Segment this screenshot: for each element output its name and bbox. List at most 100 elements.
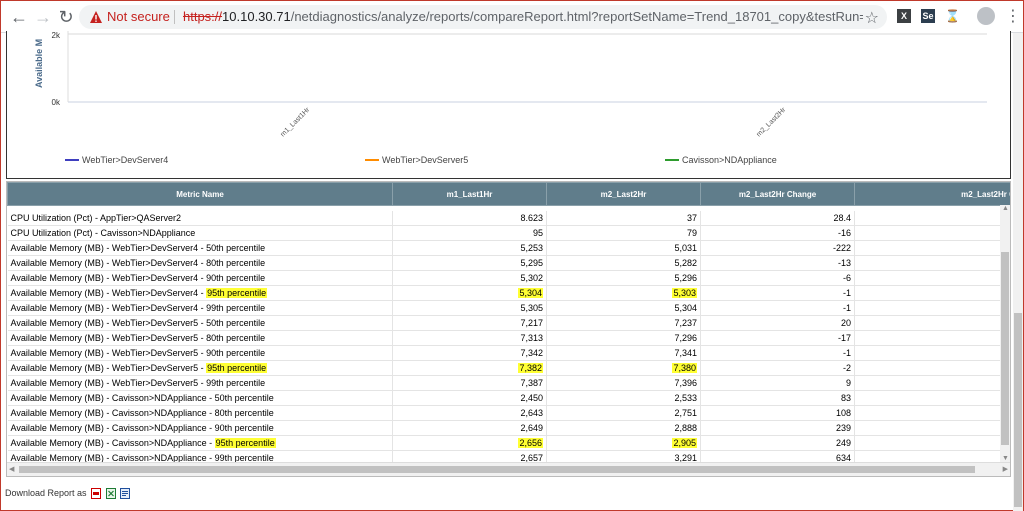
cell-m2: 5,303 (546, 285, 701, 301)
table-row[interactable]: Available Memory (MB) - WebTier>DevServe… (7, 270, 1010, 286)
table-row[interactable]: Available Memory (MB) - WebTier>DevServe… (7, 345, 1010, 361)
cell-change-pct (854, 420, 1010, 436)
forward-icon[interactable]: → (33, 7, 53, 27)
legend-label: WebTier>DevServer4 (82, 155, 168, 165)
x-tick-label: m1_Last1Hr (279, 106, 311, 138)
metric-name-text: Available Memory (MB) - WebTier>DevServe… (10, 303, 266, 313)
highlighted-value: 7,380 (672, 363, 697, 373)
extension-hourglass-icon[interactable]: ⌛ (945, 9, 960, 23)
table-row[interactable]: Available Memory (MB) - WebTier>DevServe… (7, 285, 1010, 301)
cell-m1: 7,382 (392, 360, 547, 376)
security-label[interactable]: Not secure (107, 9, 170, 24)
cell-change: 249 (700, 435, 855, 451)
cell-change-pct (854, 390, 1010, 406)
table-row[interactable]: CPU Utilization (Pct) - AppTier>QAServer… (7, 211, 1010, 226)
cell-change: 20 (700, 315, 855, 331)
table-vertical-scrollbar-thumb[interactable] (1001, 252, 1009, 445)
cell-m1: 2,450 (392, 390, 547, 406)
address-bar[interactable]: Not secure https://10.10.30.71/netdiagno… (79, 5, 887, 29)
metric-name-text: Available Memory (MB) - Cavisson>NDAppli… (10, 393, 274, 403)
highlighted-percentile: 95th percentile (206, 288, 268, 298)
chart-svg: 2k 0k Available M m1_Last1Hr m2_Last2Hr … (34, 31, 987, 165)
metric-name-text: Available Memory (MB) - WebTier>DevServe… (10, 243, 266, 253)
word-icon[interactable] (120, 488, 131, 500)
table-horizontal-scrollbar-thumb[interactable] (19, 466, 975, 473)
table-vertical-scrollbar[interactable]: ▲ ▼ (1000, 205, 1010, 462)
cell-metric-name: CPU Utilization (Pct) - AppTier>QAServer… (7, 211, 393, 226)
legend-item-webtier-devserver4[interactable]: WebTier>DevServer4 (65, 155, 168, 165)
cell-m1: 7,313 (392, 330, 547, 346)
cell-metric-name: Available Memory (MB) - WebTier>DevServe… (7, 270, 393, 286)
highlighted-value: 2,905 (672, 438, 697, 448)
page-scrollbar[interactable] (1013, 33, 1023, 511)
highlighted-value: 7,382 (518, 363, 543, 373)
cell-change: 83 (700, 390, 855, 406)
extension-x-icon[interactable]: X (897, 9, 911, 23)
cell-metric-name: Available Memory (MB) - WebTier>DevServe… (7, 240, 393, 256)
scroll-up-icon[interactable]: ▲ (1002, 205, 1009, 212)
cell-change-pct: - (854, 225, 1010, 241)
metric-name-text: Available Memory (MB) - WebTier>DevServe… (10, 348, 266, 358)
column-header-metric-name[interactable]: Metric Name (7, 182, 393, 206)
table-row[interactable]: Available Memory (MB) - Cavisson>NDAppli… (7, 390, 1010, 406)
cell-change: -17 (700, 330, 855, 346)
cell-change: -13 (700, 255, 855, 271)
table-row[interactable]: Available Memory (MB) - WebTier>DevServe… (7, 315, 1010, 331)
scroll-left-icon[interactable]: ◀ (9, 465, 14, 473)
cell-m2: 2,533 (546, 390, 701, 406)
y-axis-title: Available M (34, 39, 44, 88)
x-tick-label: m2_Last2Hr (755, 106, 787, 138)
cell-metric-name: Available Memory (MB) - WebTier>DevServe… (7, 285, 393, 301)
table-row[interactable]: Available Memory (MB) - Cavisson>NDAppli… (7, 420, 1010, 436)
cell-change: -1 (700, 285, 855, 301)
excel-icon[interactable] (105, 488, 116, 500)
legend-item-webtier-devserver5[interactable]: WebTier>DevServer5 (365, 155, 468, 165)
url-path: /netdiagnostics/analyze/reports/compareR… (290, 9, 863, 24)
scroll-right-icon[interactable]: ▶ (1003, 465, 1008, 473)
highlighted-value: 2,656 (518, 438, 543, 448)
table-row[interactable]: Available Memory (MB) - WebTier>DevServe… (7, 330, 1010, 346)
cell-metric-name: Available Memory (MB) - Cavisson>NDAppli… (7, 390, 393, 406)
cell-change-pct (854, 270, 1010, 286)
back-icon[interactable]: ← (9, 7, 29, 27)
column-header-change[interactable]: m2_Last2Hr Change (700, 182, 855, 206)
cell-m2: 7,396 (546, 375, 701, 391)
cell-change: -2 (700, 360, 855, 376)
scroll-down-icon[interactable]: ▼ (1002, 455, 1009, 462)
download-label: Download Report as (5, 488, 87, 498)
column-header-m2[interactable]: m2_Last2Hr (546, 182, 701, 206)
cell-change-pct (854, 405, 1010, 421)
table-row[interactable]: Available Memory (MB) - Cavisson>NDAppli… (7, 405, 1010, 421)
cell-metric-name: Available Memory (MB) - WebTier>DevServe… (7, 315, 393, 331)
url-text[interactable]: https://10.10.30.71/netdiagnostics/analy… (183, 9, 863, 24)
highlighted-percentile: 95th percentile (206, 363, 268, 373)
legend-item-cavisson-ndappliance[interactable]: Cavisson>NDAppliance (665, 155, 777, 165)
extension-se-icon[interactable]: Se (921, 9, 935, 23)
table-row[interactable]: Available Memory (MB) - Cavisson>NDAppli… (7, 435, 1010, 451)
column-header-m1[interactable]: m1_Last1Hr (392, 182, 547, 206)
y-tick-label: 2k (52, 31, 61, 40)
profile-avatar[interactable] (977, 7, 995, 25)
table-row[interactable]: Available Memory (MB) - WebTier>DevServe… (7, 360, 1010, 376)
page-scrollbar-thumb[interactable] (1014, 313, 1022, 507)
metric-name-text: CPU Utilization (Pct) - Cavisson>NDAppli… (10, 228, 196, 238)
pdf-icon[interactable] (91, 488, 102, 500)
highlighted-value: 5,304 (518, 288, 543, 298)
bookmark-star-icon[interactable]: ☆ (865, 8, 879, 28)
table-row[interactable]: Available Memory (MB) - WebTier>DevServe… (7, 375, 1010, 391)
table-row[interactable]: Available Memory (MB) - WebTier>DevServe… (7, 255, 1010, 271)
column-header-change-pct[interactable]: m2_Last2Hr Change(%) (854, 182, 1010, 206)
cell-m1: 7,387 (392, 375, 547, 391)
cell-m1: 5,304 (392, 285, 547, 301)
cell-m2: 7,341 (546, 345, 701, 361)
cell-change: -1 (700, 300, 855, 316)
cell-metric-name: Available Memory (MB) - WebTier>DevServe… (7, 255, 393, 271)
table-row[interactable]: Available Memory (MB) - WebTier>DevServe… (7, 300, 1010, 316)
table-row[interactable]: CPU Utilization (Pct) - Cavisson>NDAppli… (7, 225, 1010, 241)
table-row[interactable]: Available Memory (MB) - WebTier>DevServe… (7, 240, 1010, 256)
metric-name-text: Available Memory (MB) - WebTier>DevServe… (10, 363, 207, 373)
reload-icon[interactable]: ↻ (56, 7, 76, 27)
download-bar: Download Report as (5, 488, 131, 500)
menu-kebab-icon[interactable]: ⋮ (1005, 6, 1021, 26)
table-horizontal-scrollbar[interactable]: ◀ ▶ (7, 462, 1010, 476)
